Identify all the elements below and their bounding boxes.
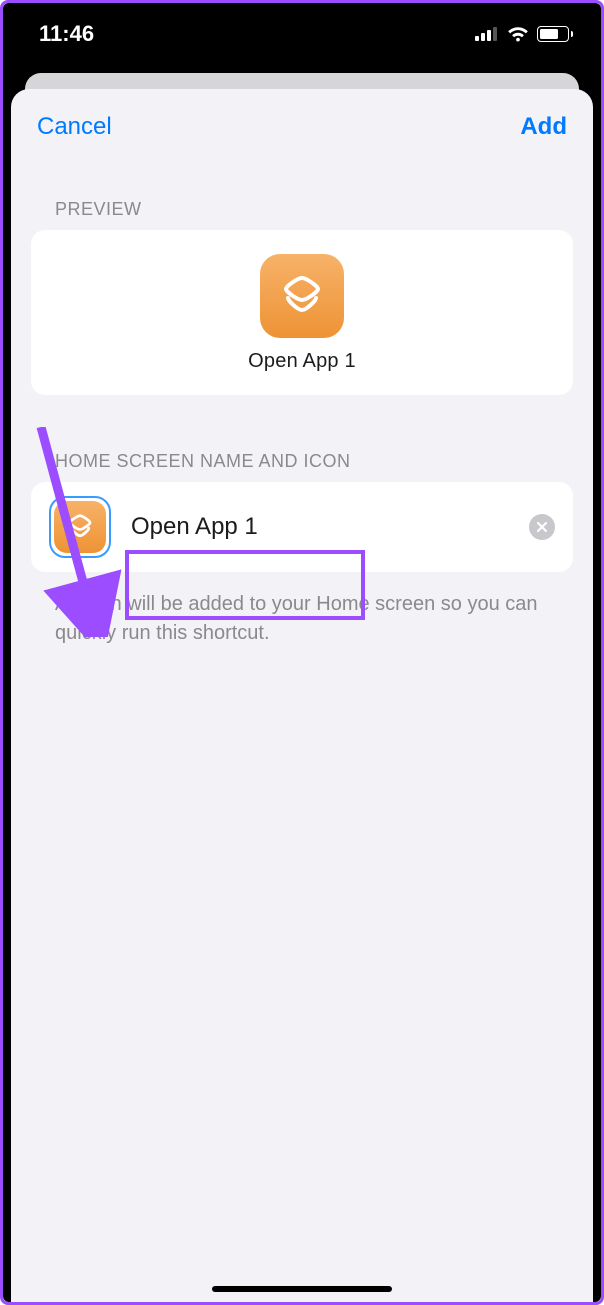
battery-indicator: 61	[537, 26, 573, 42]
clear-name-button[interactable]	[529, 514, 555, 540]
status-bar: 11:46 61	[3, 3, 601, 73]
modal-sheet: Cancel Add PREVIEW Open App 1 HOME SCREE…	[11, 89, 593, 1302]
preview-app-icon	[260, 254, 344, 338]
close-icon	[536, 521, 548, 533]
shortcuts-glyph-icon	[65, 512, 95, 542]
add-button[interactable]: Add	[520, 113, 567, 141]
icon-picker-preview	[54, 501, 106, 553]
device-frame: 11:46 61 Can	[3, 3, 601, 1302]
cellular-icon	[475, 27, 499, 41]
name-icon-card	[31, 482, 573, 572]
status-indicators: 61	[475, 26, 573, 42]
wifi-icon	[507, 26, 529, 42]
preview-card: Open App 1	[31, 230, 573, 395]
sheet-header: Cancel Add	[11, 89, 593, 151]
name-icon-section-label: HOME SCREEN NAME AND ICON	[11, 395, 593, 482]
status-time: 11:46	[39, 21, 94, 47]
preview-section-label: PREVIEW	[11, 151, 593, 230]
cancel-button[interactable]: Cancel	[37, 113, 112, 141]
hint-text: An icon will be added to your Home scree…	[11, 572, 593, 648]
preview-app-name: Open App 1	[248, 350, 356, 373]
home-indicator	[212, 1286, 392, 1292]
shortcuts-glyph-icon	[278, 272, 326, 320]
icon-picker-button[interactable]	[49, 496, 111, 558]
battery-percent: 61	[538, 27, 568, 41]
shortcut-name-input[interactable]	[129, 509, 511, 545]
